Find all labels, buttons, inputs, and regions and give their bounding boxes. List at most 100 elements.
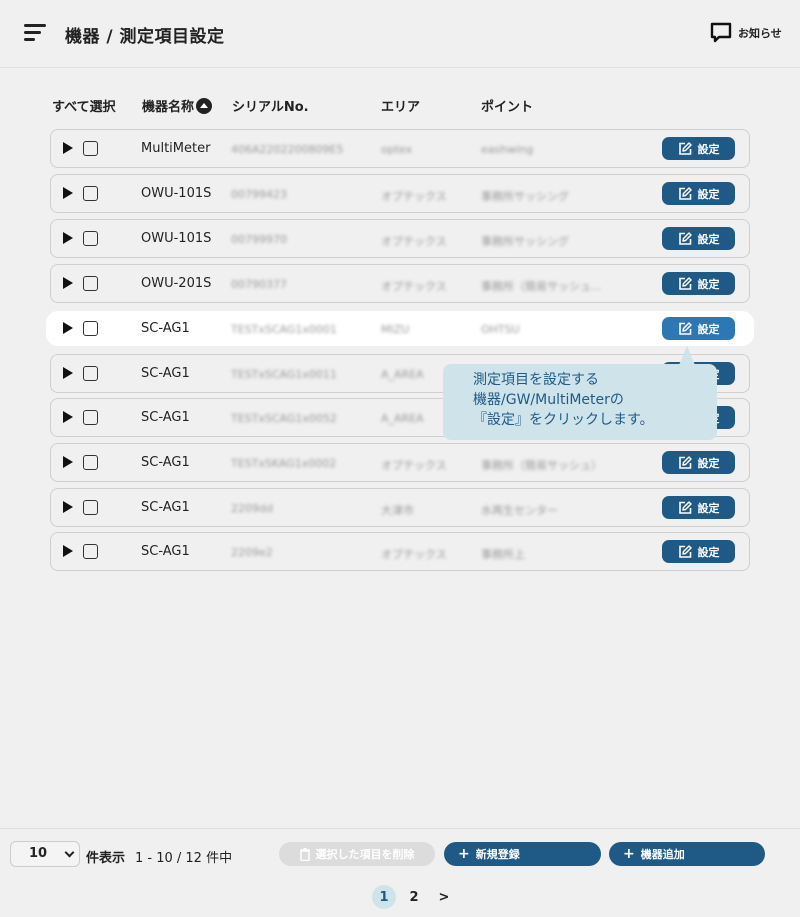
settings-button[interactable]: 設定 xyxy=(662,227,735,250)
serial-value: 00799970 xyxy=(231,233,287,246)
settings-button-label: 設定 xyxy=(697,322,720,336)
device-name: MultiMeter xyxy=(141,141,211,156)
device-name: SC-AG1 xyxy=(141,410,190,425)
notice-button[interactable]: お知らせ xyxy=(710,22,782,44)
new-register-button[interactable]: + 新規登録 xyxy=(444,842,601,866)
table-row: OWU-101S 00799423 オプテックス 事務所サッシング 設定 xyxy=(50,174,750,213)
expand-triangle-icon[interactable] xyxy=(63,322,73,334)
select-all-header[interactable]: すべて選択 xyxy=(52,96,116,115)
per-page-value: 10 xyxy=(29,846,48,861)
point-value: 事務所（簡易サッシュ... xyxy=(481,280,602,293)
device-name-header[interactable]: 機器名称 xyxy=(142,96,213,115)
serial-value: TESTxSKAG1x0002 xyxy=(231,457,337,470)
hamburger-line xyxy=(24,38,35,41)
add-device-button[interactable]: + 機器追加 xyxy=(609,842,765,866)
edit-icon xyxy=(678,186,692,201)
page-title: 機器 / 測定項目設定 xyxy=(65,27,225,47)
tooltip-arrow xyxy=(679,346,695,365)
page-1-button[interactable]: 1 xyxy=(372,885,396,909)
device-name: OWU-101S xyxy=(141,186,212,201)
serial-value: TESTxSCAG1x0011 xyxy=(231,368,337,381)
edit-icon xyxy=(678,544,692,559)
device-name: SC-AG1 xyxy=(141,366,190,381)
device-name-header-label: 機器名称 xyxy=(142,100,195,115)
settings-button-label: 設定 xyxy=(697,545,720,559)
app-header: 機器 / 測定項目設定 お知らせ xyxy=(0,0,800,68)
next-page-button[interactable]: > xyxy=(432,885,456,909)
table-row: SC-AG1 TESTxSKAG1x0002 オプテックス 事務所（簡易サッシュ） 設定 xyxy=(50,443,750,482)
settings-button[interactable]: 設定 xyxy=(662,137,735,160)
help-tooltip: 測定項目を設定する 機器/GW/MultiMeterの 『設定』をクリックします… xyxy=(443,364,717,440)
expand-triangle-icon[interactable] xyxy=(63,232,73,244)
point-header: ポイント xyxy=(481,100,534,115)
expand-triangle-icon[interactable] xyxy=(63,545,73,557)
expand-triangle-icon[interactable] xyxy=(63,456,73,468)
hamburger-icon xyxy=(24,24,46,27)
row-checkbox[interactable] xyxy=(83,231,98,246)
add-device-label: 機器追加 xyxy=(640,848,685,861)
edit-icon xyxy=(678,455,692,470)
tooltip-line-3: 『設定』をクリックします。 xyxy=(473,412,654,428)
serial-value: 406A2202200809E5 xyxy=(231,143,344,156)
row-checkbox[interactable] xyxy=(83,321,98,336)
area-value: MIZU xyxy=(381,323,410,336)
row-checkbox[interactable] xyxy=(83,544,98,559)
tooltip-line-1: 測定項目を設定する xyxy=(473,372,599,388)
expand-triangle-icon[interactable] xyxy=(63,501,73,513)
expand-triangle-icon[interactable] xyxy=(63,142,73,154)
serial-value: 2209e2 xyxy=(231,546,273,559)
settings-button[interactable]: 設定 xyxy=(662,451,735,474)
settings-button-label: 設定 xyxy=(697,232,720,246)
menu-button[interactable] xyxy=(14,18,52,50)
settings-button[interactable]: 設定 xyxy=(662,272,735,295)
expand-triangle-icon[interactable] xyxy=(63,187,73,199)
settings-button-label: 設定 xyxy=(697,142,720,156)
area-value: オプテックス xyxy=(381,548,447,561)
row-checkbox[interactable] xyxy=(83,186,98,201)
settings-button[interactable]: 設定 xyxy=(662,182,735,205)
plus-icon: + xyxy=(458,846,470,862)
area-value: オプテックス xyxy=(381,190,447,203)
sort-ascending-icon[interactable] xyxy=(196,98,213,114)
settings-button-label: 設定 xyxy=(697,501,720,515)
device-name: SC-AG1 xyxy=(141,500,190,515)
serial-value: 00790377 xyxy=(231,278,287,291)
settings-button[interactable]: 設定 xyxy=(662,540,735,563)
area-value: optex xyxy=(381,143,413,156)
row-checkbox[interactable] xyxy=(83,366,98,381)
row-checkbox[interactable] xyxy=(83,141,98,156)
point-value: 水再生センター xyxy=(481,504,558,517)
delete-selected-button[interactable]: 選択した項目を削除 xyxy=(279,842,435,866)
table-row: SC-AG1 TESTxSCAG1x0001 MIZU OHTSU 設定 xyxy=(46,311,754,346)
row-checkbox[interactable] xyxy=(83,455,98,470)
notice-label: お知らせ xyxy=(738,27,782,40)
edit-icon xyxy=(678,321,692,336)
tooltip-line-2: 機器/GW/MultiMeterの xyxy=(473,392,624,408)
point-value: 事務所サッシング xyxy=(481,190,569,203)
expand-triangle-icon[interactable] xyxy=(63,277,73,289)
edit-icon xyxy=(678,231,692,246)
per-page-select[interactable]: 10 xyxy=(10,841,80,867)
settings-button[interactable]: 設定 xyxy=(662,496,735,519)
point-value: 事務所サッシング xyxy=(481,235,569,248)
page-2-button[interactable]: 2 xyxy=(402,885,426,909)
plus-icon: + xyxy=(623,846,635,862)
settings-button[interactable]: 設定 xyxy=(662,317,735,340)
edit-icon xyxy=(678,141,692,156)
hamburger-line xyxy=(24,31,41,34)
delete-selected-label: 選択した項目を削除 xyxy=(315,848,415,861)
row-checkbox[interactable] xyxy=(83,500,98,515)
point-value: 事務所（簡易サッシュ） xyxy=(481,459,602,472)
area-value: A_AREA xyxy=(381,368,424,381)
serial-value: TESTxSCAG1x0052 xyxy=(231,412,337,425)
expand-triangle-icon[interactable] xyxy=(63,367,73,379)
point-value: eashwing xyxy=(481,143,534,156)
table-row: OWU-201S 00790377 オプテックス 事務所（簡易サッシュ... 設定 xyxy=(50,264,750,303)
row-checkbox[interactable] xyxy=(83,410,98,425)
expand-triangle-icon[interactable] xyxy=(63,411,73,423)
area-value: 大津市 xyxy=(381,504,414,517)
serial-value: 2209dd xyxy=(231,502,273,515)
row-checkbox[interactable] xyxy=(83,276,98,291)
device-name: OWU-201S xyxy=(141,276,212,291)
settings-button-label: 設定 xyxy=(697,456,720,470)
